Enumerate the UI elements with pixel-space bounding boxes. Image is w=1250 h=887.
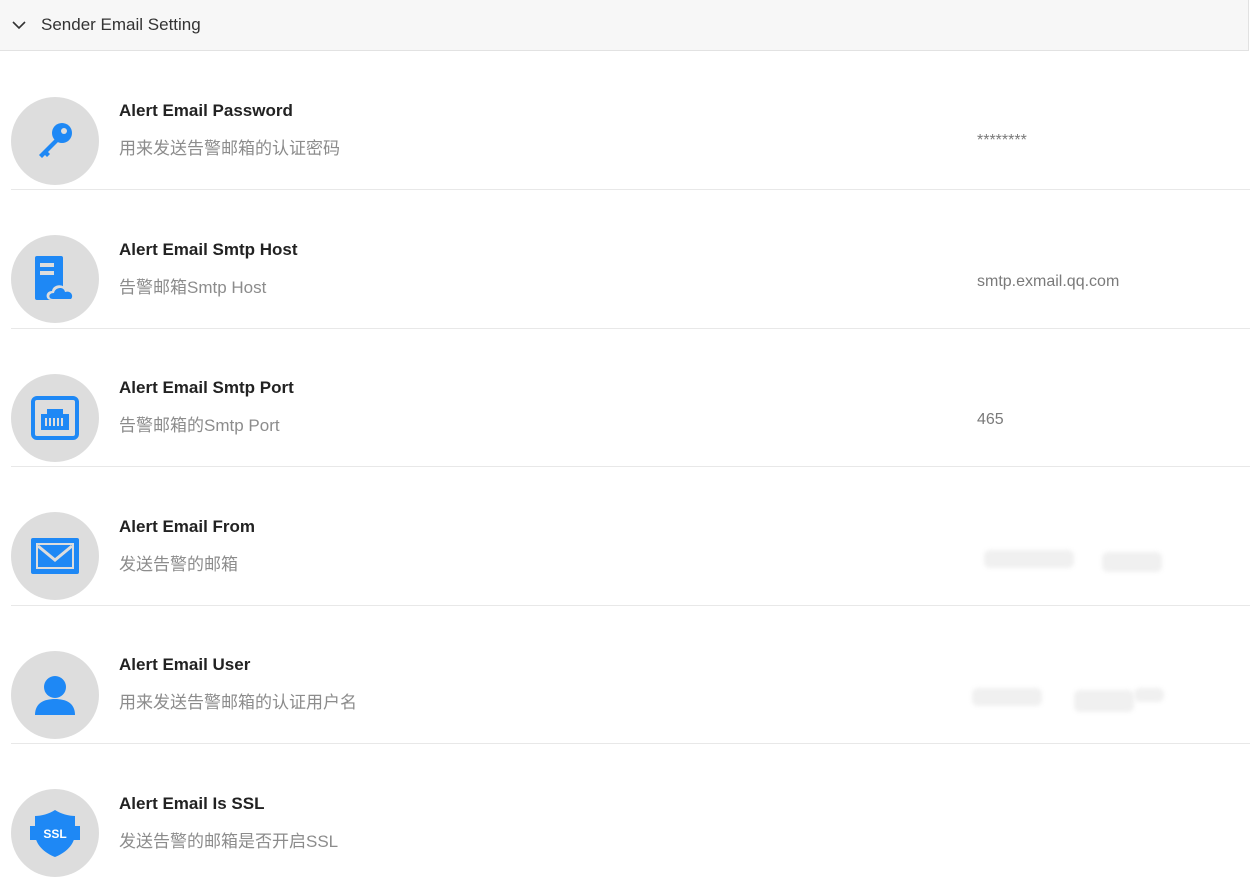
setting-title: Alert Email Smtp Port	[119, 378, 294, 397]
ssl-icon-label: SSL	[43, 827, 66, 841]
network-port-icon	[11, 374, 99, 462]
setting-title: Alert Email Password	[119, 101, 293, 120]
setting-value[interactable]: 465	[977, 411, 1004, 429]
setting-description: 用来发送告警邮箱的认证密码	[119, 139, 340, 158]
redacted-value	[984, 550, 1074, 568]
setting-row-email-from[interactable]: Alert Email From 发送告警的邮箱	[11, 468, 1250, 606]
envelope-icon	[11, 512, 99, 600]
setting-description: 发送告警的邮箱是否开启SSL	[119, 832, 339, 851]
chevron-down-icon[interactable]	[10, 16, 28, 34]
setting-row-is-ssl[interactable]: SSL Alert Email Is SSL 发送告警的邮箱是否开启SSL	[11, 745, 1250, 883]
setting-value[interactable]: smtp.exmail.qq.com	[977, 273, 1119, 291]
user-icon	[11, 651, 99, 739]
setting-description: 告警邮箱Smtp Host	[119, 278, 267, 297]
redacted-value	[1074, 690, 1134, 712]
setting-row-smtp-port[interactable]: Alert Email Smtp Port 告警邮箱的Smtp Port 465	[11, 329, 1250, 467]
setting-description: 用来发送告警邮箱的认证用户名	[119, 693, 357, 712]
setting-row-smtp-host[interactable]: Alert Email Smtp Host 告警邮箱Smtp Host smtp…	[11, 191, 1250, 329]
setting-title: Alert Email Smtp Host	[119, 240, 298, 259]
setting-description: 发送告警的邮箱	[119, 555, 238, 574]
server-cloud-icon	[11, 235, 99, 323]
setting-title: Alert Email Is SSL	[119, 794, 265, 813]
setting-description: 告警邮箱的Smtp Port	[119, 416, 280, 435]
redacted-value	[1102, 552, 1162, 572]
redacted-value	[972, 688, 1042, 706]
section-title: Sender Email Setting	[41, 15, 201, 34]
key-icon	[11, 97, 99, 185]
setting-title: Alert Email User	[119, 655, 251, 674]
ssl-shield-icon: SSL	[11, 789, 99, 877]
setting-value[interactable]: ********	[977, 132, 1027, 150]
section-header-sender-email[interactable]: Sender Email Setting	[0, 0, 1249, 51]
setting-title: Alert Email From	[119, 517, 256, 536]
setting-row-password[interactable]: Alert Email Password 用来发送告警邮箱的认证密码 *****…	[11, 52, 1250, 190]
setting-row-email-user[interactable]: Alert Email User 用来发送告警邮箱的认证用户名	[11, 606, 1250, 744]
redacted-value	[1134, 688, 1164, 702]
